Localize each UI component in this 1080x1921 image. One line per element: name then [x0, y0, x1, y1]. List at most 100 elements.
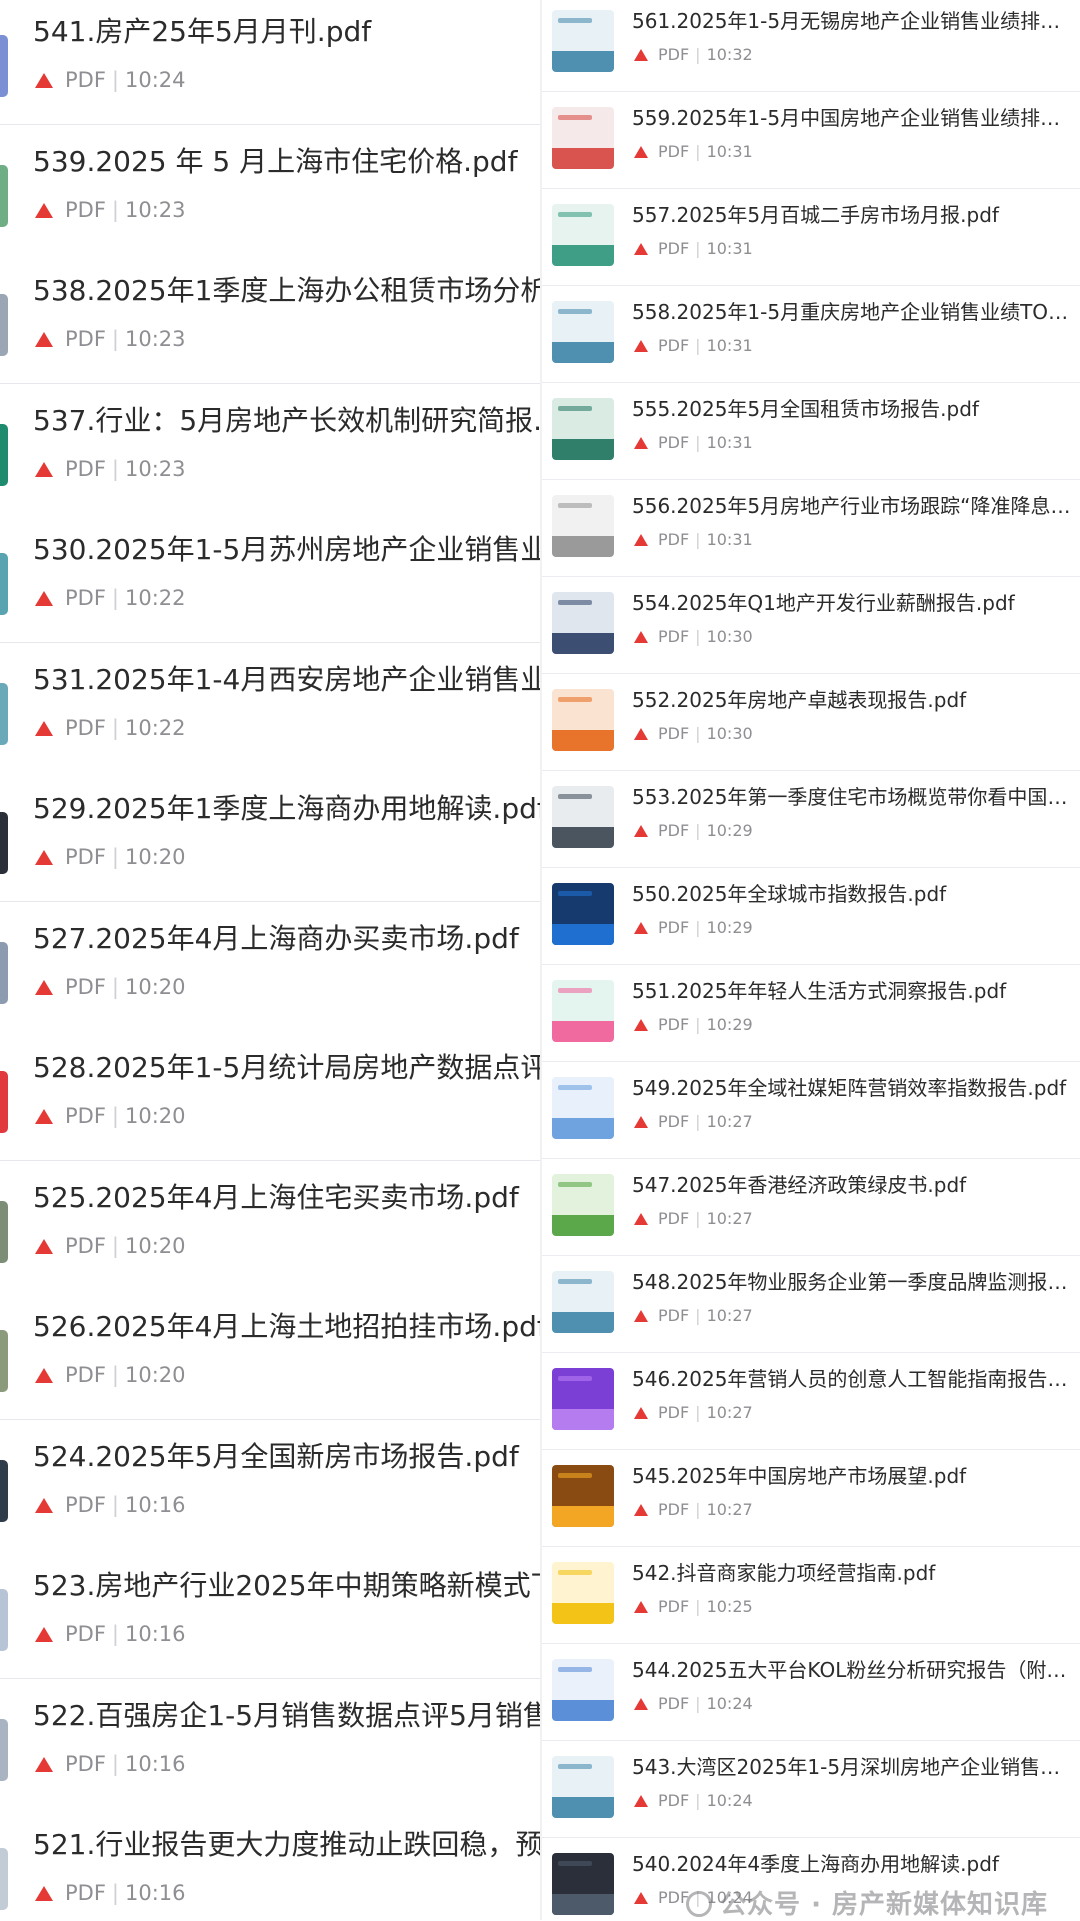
thumbnail-cover-art — [552, 1408, 614, 1430]
meta-separator: | — [111, 1881, 119, 1905]
pdf-icon — [35, 850, 53, 865]
file-title: 545.2025年中国房地产市场展望.pdf — [632, 1464, 967, 1488]
file-list-item[interactable]: 547.2025年香港经济政策绿皮书.pdf PDF | 10:27 — [542, 1159, 1080, 1256]
file-list-item[interactable]: 545.2025年中国房地产市场展望.pdf PDF | 10:27 — [542, 1450, 1080, 1547]
file-title: 522.百强房企1-5月销售数据点评5月销售 — [33, 1698, 542, 1732]
file-title: 523.房地产行业2025年中期策略新模式下 — [33, 1569, 542, 1602]
meta-separator: | — [111, 586, 119, 610]
file-meta: PDF | 10:29 — [632, 916, 753, 940]
meta-separator: | — [695, 627, 701, 646]
meta-separator: | — [695, 530, 701, 549]
pdf-icon — [35, 591, 53, 606]
file-time: 10:20 — [125, 1363, 186, 1387]
file-list-item[interactable]: 554.2025年Q1地产开发行业薪酬报告.pdf PDF | 10:30 — [542, 577, 1080, 674]
file-list-item[interactable]: 559.2025年1-5月中国房地产企业销售业绩排行榜.pdf PDF | 10:31 — [542, 92, 1080, 189]
meta-separator: | — [695, 1500, 701, 1519]
file-time: 10:16 — [125, 1492, 186, 1517]
file-list-item[interactable]: 561.2025年1-5月无锡房地产企业销售业绩排行榜.pdf PDF | 10:32 — [542, 0, 1080, 92]
file-thumbnail — [0, 812, 8, 874]
left-file-list: 541.房产25年5月月刊.pdf PDF | 10:24 539.2025 年 5 月… — [0, 0, 542, 1920]
file-time: 10:20 — [125, 845, 186, 869]
pdf-icon — [35, 1756, 53, 1772]
file-list-item[interactable]: 522.百强房企1-5月销售数据点评5月销售 PDF | 10:16 — [0, 1678, 542, 1809]
file-list-item[interactable]: 525.2025年4月上海住宅买卖市场.pdf PDF | 10:20 — [0, 1160, 542, 1291]
file-list-item[interactable]: 543.大湾区2025年1-5月深圳房地产企业销售业绩.pdf PDF | 10:24 — [542, 1741, 1080, 1838]
thumbnail-cover-art — [552, 1311, 614, 1333]
file-time: 10:31 — [706, 239, 753, 258]
file-title: 551.2025年年轻人生活方式洞察报告.pdf — [632, 979, 1007, 1003]
pdf-icon — [634, 1698, 648, 1710]
file-type: PDF — [658, 336, 690, 355]
file-type: PDF — [658, 239, 690, 258]
thumbnail-title-strip — [558, 1861, 592, 1866]
thumbnail-title-strip — [558, 406, 592, 411]
file-list-item[interactable]: 537.行业：5月房地产长效机制研究简报.pdf PDF | 10:23 — [0, 383, 542, 514]
thumbnail-title-strip — [558, 309, 592, 314]
file-title: 529.2025年1季度上海商办用地解读.pdf — [33, 792, 542, 825]
meta-separator: | — [111, 974, 119, 999]
file-type: PDF — [658, 1597, 690, 1616]
file-list-item[interactable]: 526.2025年4月上海土地招拍挂市场.pdf PDF | 10:20 — [0, 1290, 542, 1420]
thumbnail-cover-art — [552, 632, 614, 654]
file-time: 10:30 — [706, 627, 753, 646]
thumbnail-title-strip — [558, 1182, 592, 1187]
thumbnail-cover-art — [552, 50, 614, 72]
file-type: PDF — [658, 627, 690, 646]
file-list-item[interactable]: 552.2025年房地产卓越表现报告.pdf PDF | 10:30 — [542, 674, 1080, 771]
file-list-item[interactable]: 548.2025年物业服务企业第一季度品牌监测报告.pdf PDF | 10:27 — [542, 1256, 1080, 1353]
file-time: 10:27 — [706, 1209, 753, 1228]
file-type: PDF — [65, 456, 106, 481]
file-list-item[interactable]: 553.2025年第一季度住宅市场概览带你看中国楼市.pdf PDF | 10:29 — [542, 771, 1080, 868]
thumbnail-cover-art — [552, 147, 614, 169]
file-time: 10:27 — [706, 1403, 753, 1422]
file-thumbnail — [552, 1562, 614, 1624]
file-meta: PDF | 10:20 — [33, 1231, 186, 1261]
pdf-icon — [35, 1627, 53, 1642]
file-list-item[interactable]: 523.房地产行业2025年中期策略新模式下 PDF | 10:16 — [0, 1549, 542, 1679]
file-thumbnail — [552, 301, 614, 363]
meta-separator: | — [695, 1791, 701, 1810]
meta-separator: | — [695, 1403, 701, 1422]
file-list-item[interactable]: 530.2025年1-5月苏州房地产企业销售业绩 PDF | 10:22 — [0, 513, 542, 643]
file-list-item[interactable]: 529.2025年1季度上海商办用地解读.pdf PDF | 10:20 — [0, 772, 542, 902]
file-list-item[interactable]: 544.2025五大平台KOL粉丝分析研究报告（附下载）.pdf PDF | 10:2… — [542, 1644, 1080, 1741]
right-file-list: 561.2025年1-5月无锡房地产企业销售业绩排行榜.pdf PDF | 10:32… — [542, 0, 1080, 1920]
meta-separator: | — [111, 1104, 119, 1128]
file-list-item[interactable]: 549.2025年全域社媒矩阵营销效率指数报告.pdf PDF | 10:27 — [542, 1062, 1080, 1159]
file-list-item[interactable]: 524.2025年5月全国新房市场报告.pdf PDF | 10:16 — [0, 1419, 542, 1550]
file-list-item[interactable]: 557.2025年5月百城二手房市场月报.pdf PDF | 10:31 — [542, 189, 1080, 286]
pdf-icon — [35, 1109, 53, 1124]
pdf-icon — [35, 461, 53, 477]
file-list-item[interactable]: 541.房产25年5月月刊.pdf PDF | 10:24 — [0, 0, 542, 125]
file-time: 10:31 — [706, 433, 753, 452]
pdf-icon — [634, 1601, 648, 1613]
meta-separator: | — [111, 1233, 119, 1258]
file-list-item[interactable]: 527.2025年4月上海商办买卖市场.pdf PDF | 10:20 — [0, 901, 542, 1032]
file-title: 525.2025年4月上海住宅买卖市场.pdf — [33, 1180, 519, 1214]
file-title: 559.2025年1-5月中国房地产企业销售业绩排行榜.pdf — [632, 106, 1072, 130]
file-list-item[interactable]: 555.2025年5月全国租赁市场报告.pdf PDF | 10:31 — [542, 383, 1080, 480]
meta-separator: | — [695, 1209, 701, 1228]
file-list-item[interactable]: 556.2025年5月房地产行业市场跟踪“降准降息”.pdf PDF | 10:31 — [542, 480, 1080, 577]
file-list-item[interactable]: 538.2025年1季度上海办公租赁市场分析报 PDF | 10:23 — [0, 254, 542, 384]
file-meta: PDF | 10:16 — [33, 1749, 186, 1779]
meta-separator: | — [111, 715, 119, 740]
thumbnail-title-strip — [558, 1376, 592, 1381]
file-list-item[interactable]: 528.2025年1-5月统计局房地产数据点评量 PDF | 10:20 — [0, 1031, 542, 1161]
file-type: PDF — [65, 715, 106, 740]
pdf-icon — [35, 979, 53, 995]
file-list-item[interactable]: 542.抖音商家能力项经营指南.pdf PDF | 10:25 — [542, 1547, 1080, 1644]
file-title: 540.2024年4季度上海商办用地解读.pdf — [632, 1852, 999, 1876]
file-meta: PDF | 10:22 — [33, 713, 186, 743]
file-list-item[interactable]: 551.2025年年轻人生活方式洞察报告.pdf PDF | 10:29 — [542, 965, 1080, 1062]
file-list-item[interactable]: 546.2025年营销人员的创意人工智能指南报告.pdf PDF | 10:27 — [542, 1353, 1080, 1450]
file-list-item[interactable]: 558.2025年1-5月重庆房地产企业销售业绩TOP100.pdf PDF | 10… — [542, 286, 1080, 383]
file-time: 10:27 — [706, 1500, 753, 1519]
file-list-item[interactable]: 550.2025年全球城市指数报告.pdf PDF | 10:29 — [542, 868, 1080, 965]
file-list-item[interactable]: 531.2025年1-4月西安房地产企业销售业绩 PDF | 10:22 — [0, 642, 542, 773]
file-thumbnail — [552, 204, 614, 266]
pdf-icon — [35, 332, 53, 347]
file-list-item[interactable]: 539.2025 年 5 月上海市住宅价格.pdf PDF | 10:23 — [0, 124, 542, 255]
file-list-item[interactable]: 521.行业报告更大力度推动止跌回稳，预期 PDF | 10:16 — [0, 1808, 542, 1920]
file-time: 10:30 — [706, 724, 753, 743]
